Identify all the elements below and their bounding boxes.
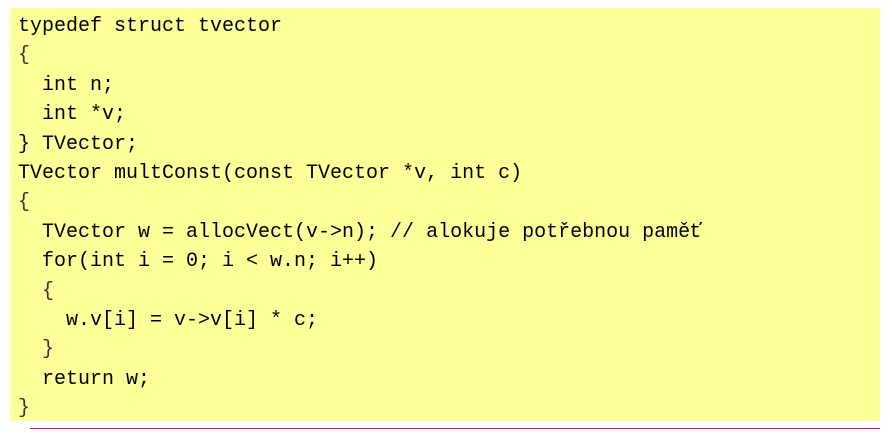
code-line-14: } [18,397,31,421]
code-line-1: typedef struct tvector [18,15,283,38]
code-line-11: w.v[i] = v->v[i] * c; [66,308,319,332]
code-line-3: int n; [42,73,115,97]
code-line-8: TVector w = allocVect(v->n); // alokuje … [42,220,703,244]
code-line-7: { [18,191,31,215]
code-line-5: } TVector; [18,132,139,156]
code-line-6: TVector multConst(const TVector *v, int … [18,161,523,185]
divider-rule [30,428,880,429]
code-listing: typedef struct tvector { int n; int *v; … [10,8,880,421]
code-line-13: return w; [42,367,151,391]
code-line-4: int *v; [42,103,127,127]
code-line-12: } [42,338,55,362]
code-line-9: for(int i = 0; i < w.n; i++) [42,250,379,274]
code-line-10: { [42,279,55,303]
code-line-2: { [18,44,31,68]
